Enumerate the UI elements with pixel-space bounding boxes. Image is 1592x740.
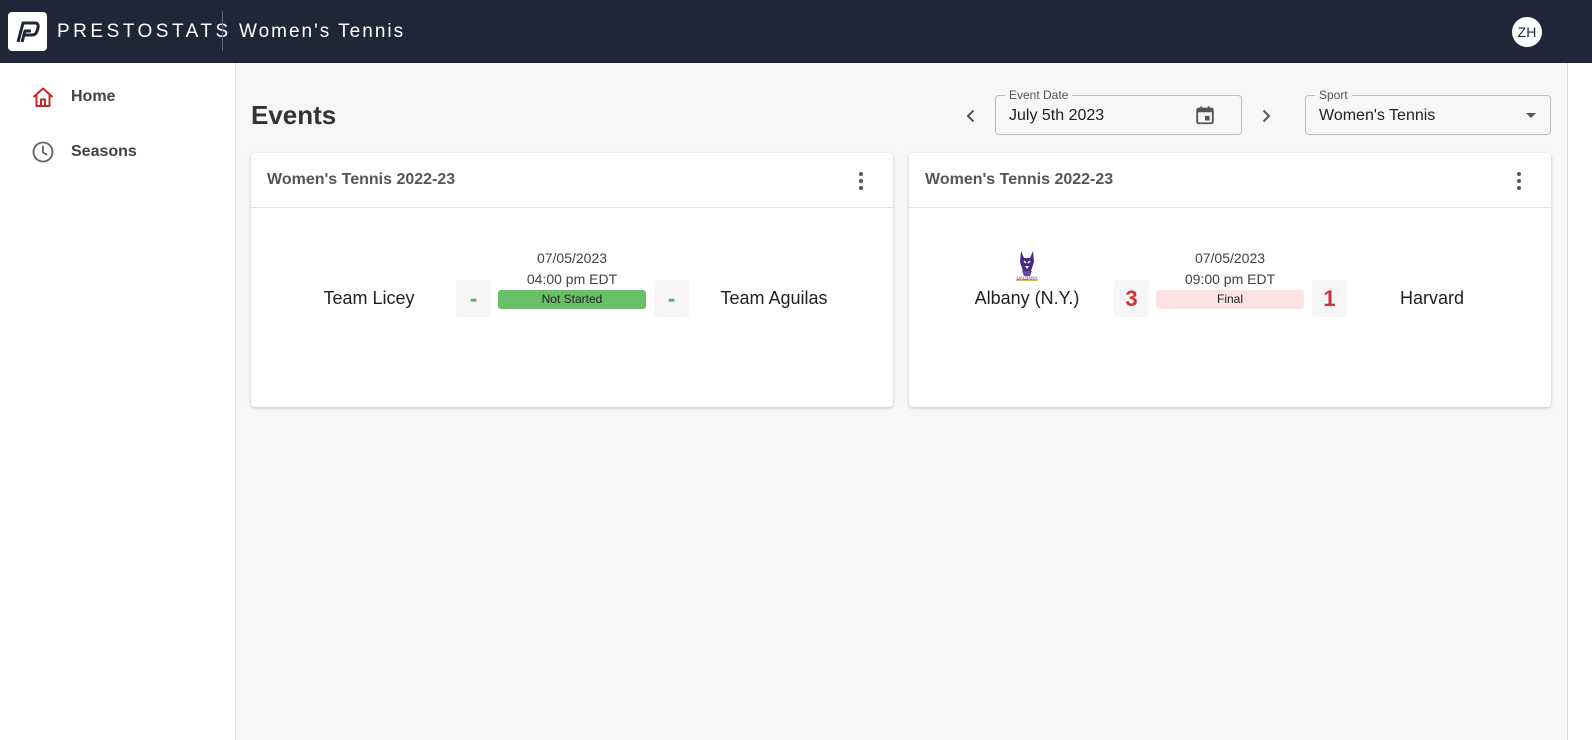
svg-text:UALBANY: UALBANY [1016,276,1037,281]
sidebar-item-label: Seasons [71,143,137,160]
home-team-name[interactable]: Team Licey [274,288,464,309]
event-date-field[interactable]: Event Date July 5th 2023 [995,88,1242,135]
event-time: 04:00 pm EDT [526,271,618,287]
event-season-title: Women's Tennis 2022-23 [267,171,456,188]
clock-icon [32,141,54,163]
home-team-score: 3 [1114,280,1149,317]
home-team-score: - [456,280,491,317]
home-icon [33,87,53,107]
calendar-icon[interactable] [1194,104,1216,126]
sidebar-item-label: Home [71,88,116,105]
status-badge: Final [1156,290,1304,309]
event-season-title: Women's Tennis 2022-23 [925,171,1114,188]
away-team-name[interactable]: Team Aguilas [679,288,869,309]
event-card[interactable]: Women's Tennis 2022-23 UALBANY Albany (N… [909,153,1551,407]
sidebar-item-seasons[interactable]: Seasons [0,129,235,175]
event-time: 09:00 pm EDT [1184,271,1276,287]
previous-date-chevron-icon[interactable] [959,104,983,128]
sidebar: Home Seasons [0,63,236,740]
more-vert-icon[interactable] [1509,170,1529,192]
event-date: 07/05/2023 [1194,250,1266,266]
away-team-name[interactable]: Harvard [1337,288,1527,309]
divider [222,11,223,51]
status-badge: Not Started [498,290,646,309]
right-edge-strip [1567,0,1592,740]
top-app-bar: PRESTOSTATS Women's Tennis ZH [0,0,1567,63]
right-edge-strip-top [1567,0,1592,63]
prestostats-logo-icon[interactable] [8,12,47,51]
app-title: Women's Tennis [239,21,406,42]
page-title: Events [251,100,337,130]
dropdown-arrow-icon[interactable] [1524,110,1538,120]
sidebar-item-home[interactable]: Home [0,74,235,120]
event-date-value[interactable]: July 5th 2023 [1009,107,1104,125]
next-date-chevron-icon[interactable] [1254,104,1278,128]
event-card-header: Women's Tennis 2022-23 [251,153,893,208]
event-date: 07/05/2023 [536,250,608,266]
event-card[interactable]: Women's Tennis 2022-23 Team Licey - 07/0… [251,153,893,407]
user-avatar[interactable]: ZH [1512,17,1542,47]
home-team-name[interactable]: Albany (N.Y.) [932,288,1122,309]
more-vert-icon[interactable] [851,170,871,192]
sport-label: Sport [1315,88,1352,102]
sport-select[interactable]: Sport Women's Tennis [1305,88,1551,135]
brand-name[interactable]: PRESTOSTATS [57,21,232,43]
albany-team-logo-icon: UALBANY [1016,251,1038,281]
sport-value[interactable]: Women's Tennis [1319,107,1435,125]
event-date-label: Event Date [1005,88,1073,102]
event-card-header: Women's Tennis 2022-23 [909,153,1551,208]
